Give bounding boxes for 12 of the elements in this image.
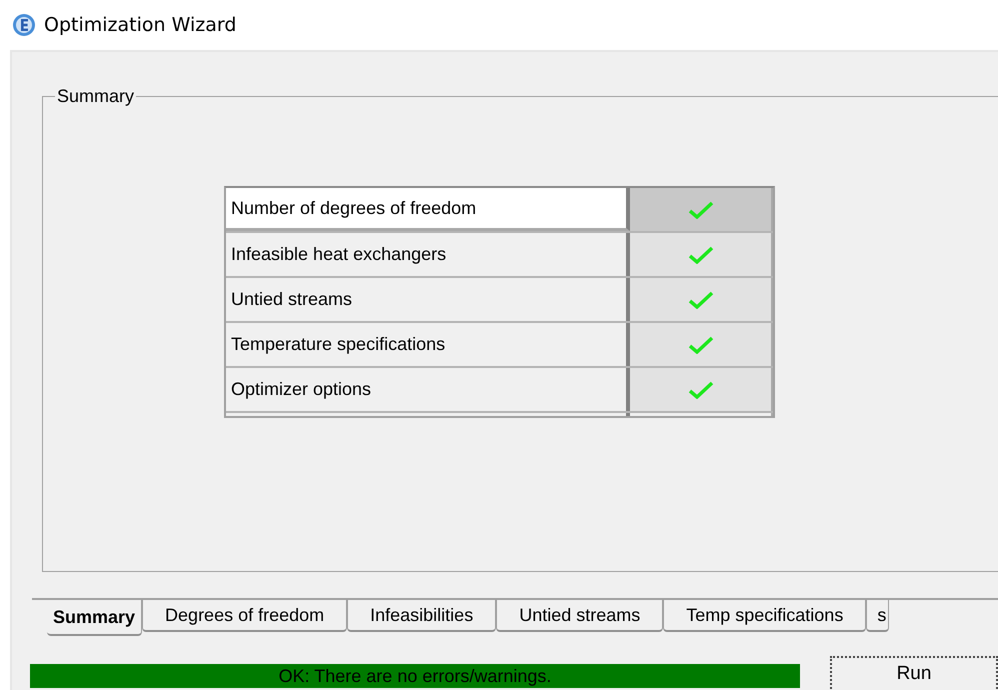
tab[interactable]: Degrees of freedom bbox=[142, 600, 348, 632]
run-button[interactable]: Run bbox=[830, 656, 998, 690]
tab[interactable]: Summary bbox=[47, 600, 142, 636]
status-bar: OK: There are no errors/warnings. bbox=[30, 664, 800, 688]
table-cell[interactable]: Number of degrees of freedom bbox=[226, 188, 630, 231]
tab[interactable]: Temp specifications bbox=[663, 600, 866, 632]
app-logo-icon bbox=[12, 13, 36, 37]
tab[interactable]: Untied streams bbox=[496, 600, 664, 632]
tab[interactable]: Infeasibilities bbox=[347, 600, 496, 632]
tab[interactable]: s bbox=[866, 600, 890, 632]
group-title: Summary bbox=[55, 86, 136, 107]
window-title: Optimization Wizard bbox=[44, 14, 236, 36]
